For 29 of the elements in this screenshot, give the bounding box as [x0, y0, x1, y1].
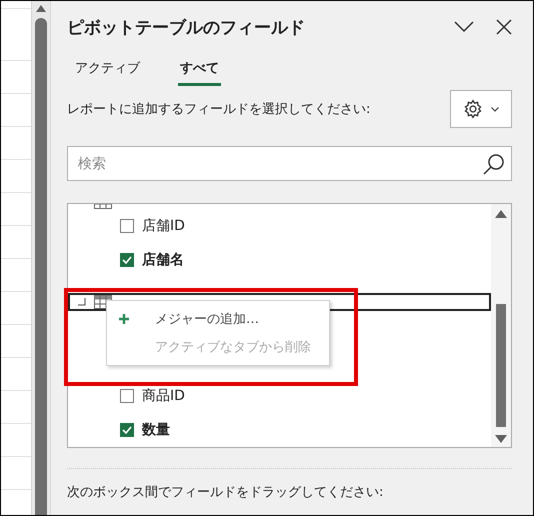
scrollbar-thumb[interactable] [35, 18, 47, 515]
field-name: 商品ID [142, 387, 185, 405]
scroll-up-icon[interactable] [36, 5, 46, 12]
search-icon [483, 152, 505, 174]
checkbox[interactable] [120, 389, 134, 403]
scroll-down-icon[interactable] [495, 435, 507, 443]
settings-icon [463, 99, 483, 119]
checkbox[interactable] [120, 219, 134, 233]
caret-icon [491, 106, 499, 112]
checkbox[interactable] [120, 253, 134, 267]
scrollbar-thumb[interactable] [496, 304, 506, 427]
plus-icon [119, 314, 129, 324]
settings-button[interactable] [450, 90, 512, 128]
panel-title: ピボットテーブルのフィールド [67, 16, 306, 38]
checkbox[interactable] [120, 423, 134, 437]
field-name: 店舗名 [142, 251, 184, 269]
field-name: 店舗ID [142, 217, 185, 235]
instruction-text: レポートに追加するフィールドを選択してください: [67, 101, 372, 118]
tab[interactable]: アクティブ [73, 53, 142, 86]
tab[interactable]: すべて [178, 53, 221, 86]
close-button[interactable] [496, 19, 512, 35]
field-name: 数量 [142, 421, 170, 439]
close-icon [496, 19, 512, 35]
chevron-down-icon [454, 21, 474, 33]
collapse-button[interactable] [454, 21, 474, 33]
drag-instruction: 次のボックス間でフィールドをドラッグしてください: [67, 484, 384, 501]
menu-item[interactable]: メジャーの追加… [107, 305, 329, 333]
scroll-up-icon[interactable] [495, 210, 507, 218]
collapse-icon[interactable] [78, 298, 86, 306]
